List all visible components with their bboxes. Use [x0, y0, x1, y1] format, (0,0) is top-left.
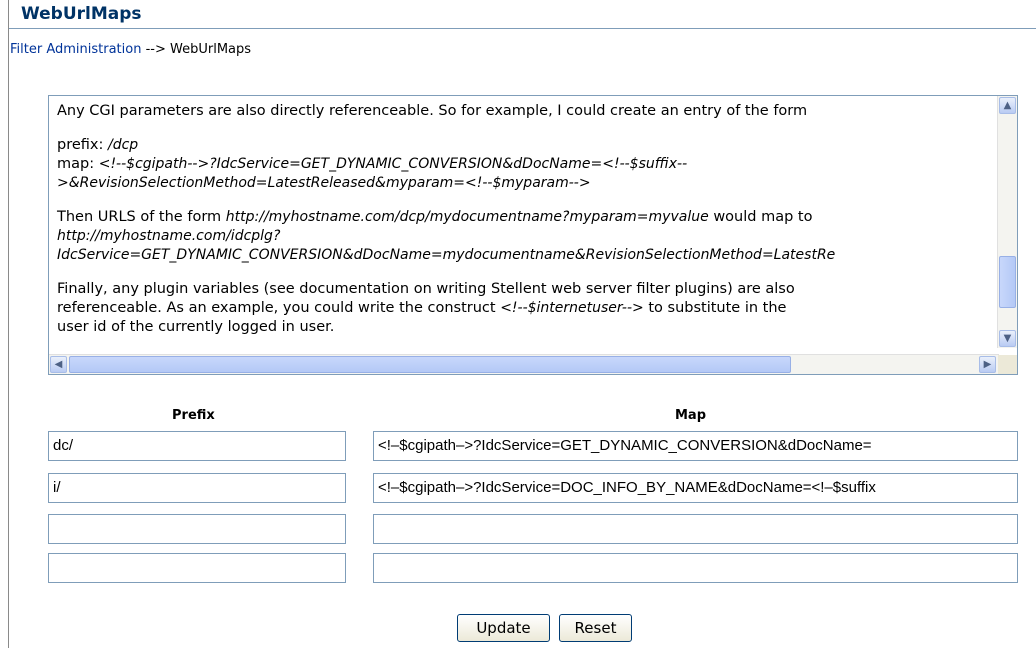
map-label: map: [57, 156, 99, 172]
url-example-2-line2: IdcService=GET_DYNAMIC_CONVERSION&dDocNa… [57, 247, 836, 263]
help-paragraph-cgi: Any CGI parameters are also directly ref… [57, 103, 808, 119]
left-border [8, 0, 9, 648]
prefix-example: /dcp [107, 137, 139, 153]
help-paragraph-example: prefix: /dcp map: <!--$cgipath-->?IdcSer… [57, 136, 991, 193]
help-text-box[interactable]: Any CGI parameters are also directly ref… [48, 95, 1018, 375]
plugins-line2-start: referenceable. As an example, you could … [57, 300, 501, 316]
scroll-left-arrow-icon[interactable]: ◀ [50, 356, 67, 373]
help-paragraph-urls: Then URLS of the form http://myhostname.… [57, 208, 991, 265]
scroll-up-arrow-icon[interactable]: ▲ [999, 97, 1016, 114]
scroll-right-arrow-icon[interactable]: ▶ [979, 356, 996, 373]
prefix-input-1[interactable]: dc/ [48, 431, 346, 461]
map-example-line2: >&RevisionSelectionMethod=LatestReleased… [57, 175, 591, 191]
map-input-1[interactable]: <!–$cgipath–>?IdcService=GET_DYNAMIC_CON… [373, 431, 1018, 461]
prefix-input-4[interactable] [48, 553, 346, 583]
plugins-line1: Finally, any plugin variables (see docum… [57, 281, 795, 297]
plugins-construct: <!--$internetuser--> [500, 300, 644, 316]
url-example-2-line1: http://myhostname.com/idcplg? [57, 228, 281, 244]
plugins-line2-end: to substitute in the [643, 300, 787, 316]
prefix-input-3[interactable] [48, 514, 346, 544]
help-text-content: Any CGI parameters are also directly ref… [49, 96, 999, 348]
horizontal-scroll-thumb[interactable] [69, 356, 791, 373]
prefix-label: prefix: [57, 137, 108, 153]
map-example-line1: <!--$cgipath-->?IdcService=GET_DYNAMIC_C… [98, 156, 688, 172]
map-column-header: Map [675, 408, 707, 423]
map-input-3[interactable] [373, 514, 1018, 544]
breadcrumb-current: WebUrlMaps [170, 42, 252, 57]
help-paragraph-plugins: Finally, any plugin variables (see docum… [57, 280, 991, 337]
breadcrumb-link-filter-administration[interactable]: Filter Administration [10, 42, 141, 57]
update-button[interactable]: Update [457, 614, 550, 642]
breadcrumb: Filter Administration --> WebUrlMaps [10, 42, 251, 57]
prefix-input-2[interactable]: i/ [48, 473, 346, 503]
page-title: WebUrlMaps [21, 4, 142, 24]
url-example-1: http://myhostname.com/dcp/mydocumentname… [225, 209, 709, 225]
prefix-column-header: Prefix [172, 408, 215, 423]
scroll-down-arrow-icon[interactable]: ▼ [999, 330, 1016, 347]
map-input-4[interactable] [373, 553, 1018, 583]
title-bar: WebUrlMaps [9, 0, 1036, 29]
vertical-scroll-thumb[interactable] [999, 256, 1016, 308]
scrollbar-corner [998, 355, 1017, 374]
plugins-line3: user id of the currently logged in user. [57, 319, 335, 335]
urls-text-start: Then URLS of the form [57, 209, 226, 225]
breadcrumb-separator: --> [141, 42, 171, 57]
vertical-scrollbar[interactable]: ▲ ▼ [997, 96, 1017, 348]
map-input-2[interactable]: <!–$cgipath–>?IdcService=DOC_INFO_BY_NAM… [373, 473, 1018, 503]
reset-button[interactable]: Reset [559, 614, 632, 642]
horizontal-scrollbar[interactable]: ◀ ▶ [49, 354, 999, 374]
urls-text-mid: would map to [708, 209, 813, 225]
